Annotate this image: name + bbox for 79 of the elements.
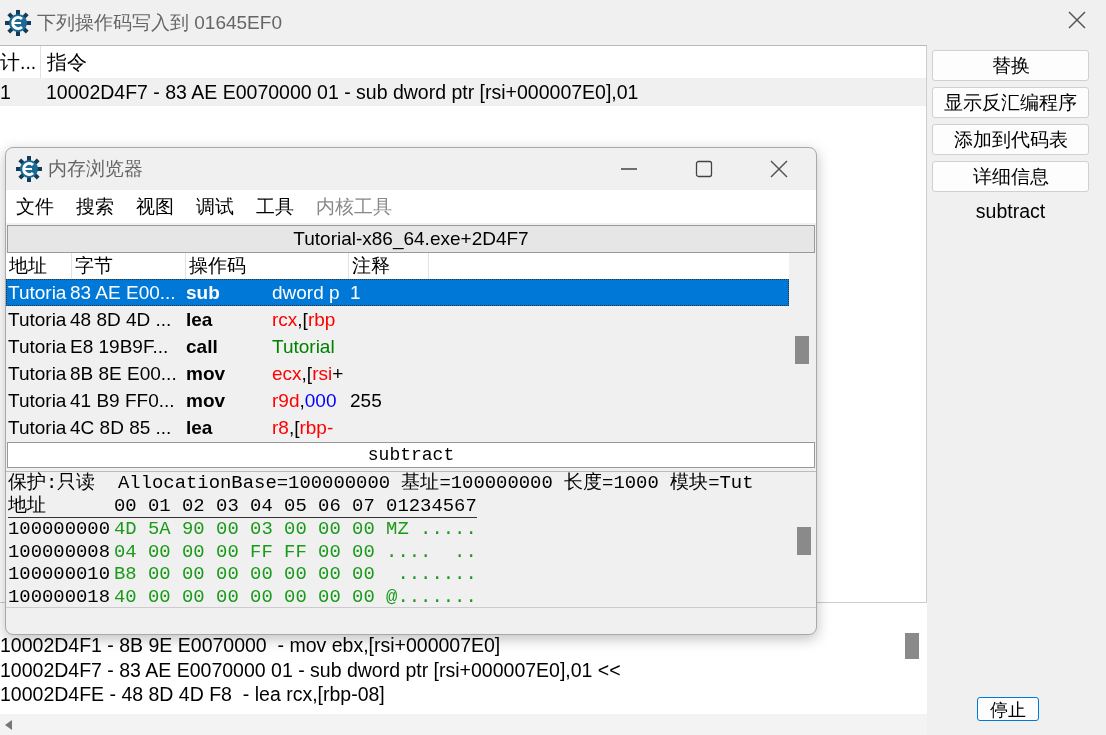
- operand-cell-text: r8,[rbp-: [272, 416, 335, 440]
- disassembly-line: 10002D4F1 - 8B 9E E0070000 - mov ebx,[rsi+000007E0]: [0, 633, 502, 658]
- operand-cell-text: rcx,[rbp: [272, 308, 337, 332]
- table-cell-text: 10002D4F7 - 83 AE E0070000 01 - sub dword ptr [rsi+000007E0],01: [45, 80, 639, 105]
- disassembly-row[interactable]: Tutoria 41 B9 FF0... mov r9d,000 255: [6, 387, 789, 414]
- action-button[interactable]: 详细信息: [932, 161, 1089, 192]
- operand-cell-text: ecx,[rsi+: [272, 362, 345, 386]
- opcode-cell-text: call: [186, 335, 219, 359]
- address-cell-text: Tutoria: [7, 281, 68, 305]
- window-title: 内存浏览器: [48, 157, 144, 181]
- comment-bar: subtract: [7, 442, 815, 468]
- scrollbar-thumb[interactable]: [795, 336, 809, 364]
- disassembly-row[interactable]: Tutoria 4C 8D 85 ... lea r8,[rbp-: [6, 414, 789, 441]
- action-button[interactable]: 显示反汇编程序: [932, 87, 1089, 118]
- hex-bytes: B8 00 00 00 00 00 00 00: [114, 563, 376, 586]
- disassembly-row[interactable]: Tutoria E8 19B9F... call Tutorial: [6, 333, 789, 360]
- menu-item[interactable]: 文件: [16, 193, 54, 220]
- hex-ascii: .......: [396, 563, 477, 586]
- address-cell-text: Tutoria: [7, 389, 68, 413]
- disassembly-row[interactable]: Tutoria 83 AE E00... sub dword p 1: [6, 279, 789, 306]
- column-header: 01234567: [386, 494, 477, 517]
- opcode-cell-text: mov: [186, 389, 227, 413]
- menu-item[interactable]: 视图: [136, 193, 174, 220]
- disassembly-line: 10002D4F7 - 83 AE E0070000 01 - sub dword ptr [rsi+000007E0],01 <<: [0, 657, 622, 683]
- memory-info-line: 保护:只读 AllocationBase=100000000 基址=100000000 长度=1000 模块=Tut: [8, 472, 755, 495]
- table-cell-text: 1: [0, 80, 12, 105]
- scrollbar-thumb[interactable]: [905, 633, 919, 659]
- info-text: subtract: [975, 200, 1046, 223]
- gear-icon: [16, 156, 42, 182]
- hex-bytes: 04 00 00 00 FF FF 00 00: [114, 540, 376, 563]
- column-header: 00 01 02 03 04 05 06 07: [114, 494, 376, 517]
- address-cell-text: Tutoria: [7, 308, 68, 332]
- opcode-cell-text: sub: [186, 281, 221, 305]
- hex-ascii: MZ .....: [386, 518, 477, 541]
- hex-address: 100000008: [8, 540, 110, 564]
- bytes-cell-text: 48 8D 4D ...: [70, 308, 173, 332]
- bytes-cell-text: 4C 8D 85 ...: [70, 416, 173, 440]
- stop-button[interactable]: 停止: [977, 697, 1039, 721]
- hex-address: 100000010: [8, 563, 110, 586]
- maximize-icon[interactable]: [695, 160, 713, 178]
- operand-cell-text: dword p: [272, 281, 341, 305]
- disassembly-line: 10002D4FE - 48 8D 4D F8 - lea rcx,[rbp-08]: [0, 682, 386, 707]
- bytes-cell-text: 41 B9 FF0...: [70, 389, 176, 413]
- opcode-cell-text: lea: [186, 308, 214, 332]
- disassembly-row[interactable]: Tutoria 8B 8E E00... mov ecx,[rsi+: [6, 360, 789, 387]
- disassembly-row[interactable]: Tutoria 48 8D 4D ... lea rcx,[rbp: [6, 306, 789, 333]
- address-cell-text: Tutoria: [7, 335, 68, 359]
- hex-ascii: @.......: [386, 585, 477, 608]
- action-button[interactable]: 添加到代码表: [932, 124, 1089, 155]
- list-row[interactable]: 1 10002D4F7 - 83 AE E0070000 01 - sub dword ptr [rsi+000007E0],01: [0, 78, 926, 106]
- column-header: 地址: [8, 494, 47, 518]
- address-cell-text: Tutoria: [7, 416, 68, 440]
- close-icon[interactable]: [1068, 11, 1086, 29]
- opcode-cell-text: lea: [186, 416, 214, 440]
- action-button[interactable]: 替换: [932, 50, 1089, 81]
- operand-cell-text: Tutorial: [272, 335, 336, 359]
- address-bar: Tutorial-x86_64.exe+2D4F7: [7, 225, 815, 253]
- operand-cell-text: r9d,000: [272, 389, 338, 413]
- comment-cell-text: 255: [350, 389, 382, 413]
- address-cell-text: Tutoria: [7, 362, 68, 386]
- menu-item[interactable]: 工具: [256, 193, 294, 220]
- opcode-cell-text: mov: [186, 362, 227, 386]
- gear-icon: [5, 9, 31, 36]
- hex-ascii: .... ..: [386, 540, 477, 563]
- bytes-cell-text: 83 AE E00...: [70, 281, 177, 305]
- close-icon[interactable]: [770, 160, 788, 178]
- column-header[interactable]: 指令: [41, 46, 87, 78]
- bytes-cell-text: 8B 8E E00...: [70, 362, 178, 386]
- hex-bytes: 4D 5A 90 00 03 00 00 00: [114, 518, 376, 541]
- window-title: 下列操作码写入到 01645EF0: [37, 10, 283, 35]
- menu-item[interactable]: 搜索: [76, 193, 114, 220]
- hex-address: 100000018: [8, 585, 110, 609]
- menu-item[interactable]: 调试: [196, 193, 234, 220]
- comment-cell-text: 1: [350, 281, 361, 305]
- hex-bytes: 40 00 00 00 00 00 00 00: [114, 585, 376, 608]
- bytes-cell-text: E8 19B9F...: [70, 335, 170, 359]
- hex-address: 100000000: [8, 518, 110, 541]
- scrollbar-thumb[interactable]: [797, 527, 811, 555]
- scroll-left-icon[interactable]: [4, 718, 13, 731]
